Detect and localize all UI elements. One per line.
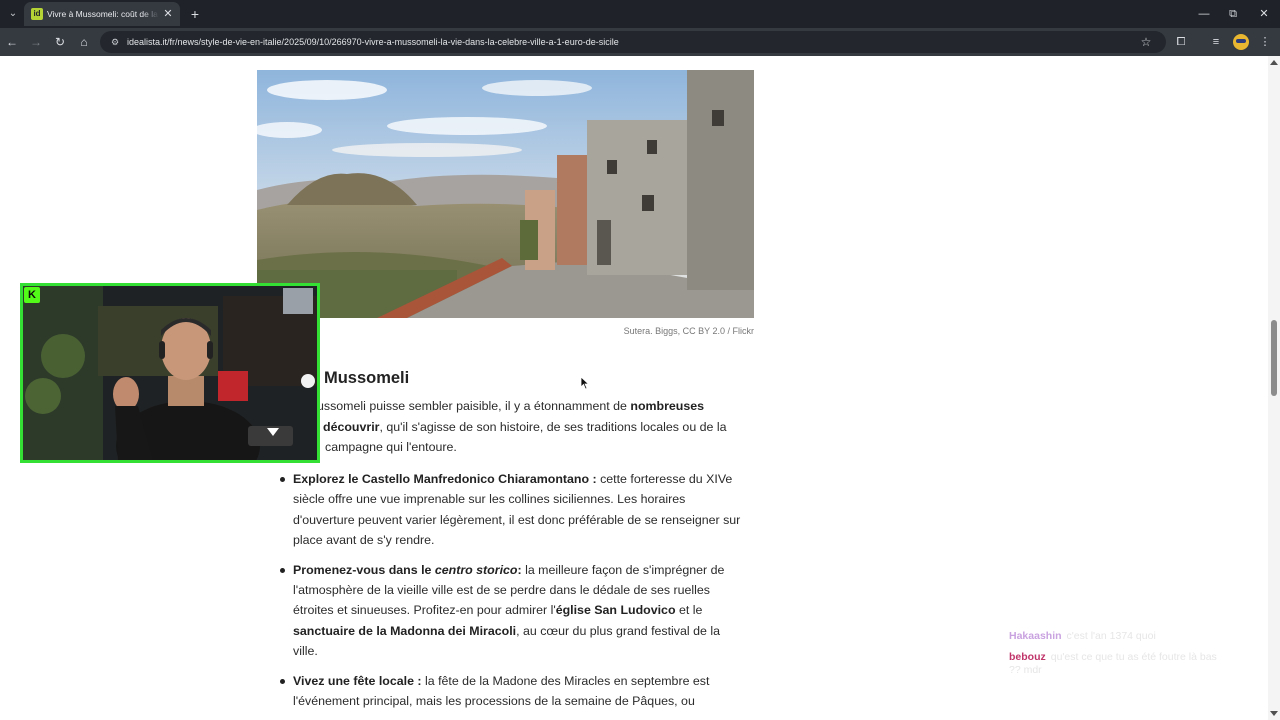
- new-tab-icon[interactable]: +: [186, 5, 204, 23]
- intro-bold: découvrir: [323, 419, 380, 434]
- list-item-italic: centro storico: [434, 562, 518, 577]
- back-icon[interactable]: ←: [3, 33, 21, 51]
- site-info-icon[interactable]: ⚙: [108, 35, 122, 49]
- image-caption: Sutera. Biggs, CC BY 2.0 / Flickr: [623, 326, 754, 336]
- list-item: Vivez une fête locale : la fête de la Ma…: [279, 671, 744, 712]
- address-bar[interactable]: ⚙ idealista.it/fr/news/style-de-vie-en-i…: [100, 31, 1166, 53]
- kick-logo-icon: K: [24, 287, 40, 303]
- chat-message: Hakaashin c'est l'an 1374 quoi: [1009, 630, 1229, 643]
- intro-text: , qu'il s'agisse de son histoire, de ses…: [379, 419, 727, 434]
- chat-username: bebouz: [1009, 651, 1046, 663]
- stream-chat-overlay: Hakaashin c'est l'an 1374 quoi bebouz qu'e…: [1009, 630, 1229, 685]
- url-text[interactable]: idealista.it/fr/news/style-de-vie-en-ita…: [127, 35, 619, 49]
- webcam-video: [23, 286, 317, 460]
- restore-icon[interactable]: ⧉: [1222, 4, 1244, 24]
- list-item-lead: Promenez-vous dans le: [293, 562, 435, 577]
- reload-icon[interactable]: ↻: [51, 33, 69, 51]
- list-item-text: et le: [675, 603, 703, 618]
- window-close-icon[interactable]: ✕: [1253, 4, 1275, 24]
- forward-icon[interactable]: →: [27, 33, 45, 51]
- intro-bold: nombreuses: [630, 399, 705, 413]
- browser-toolbar: ← → ↻ ⌂ ⚙ idealista.it/fr/news/style-de-…: [0, 28, 1280, 56]
- chat-username: Hakaashin: [1009, 630, 1062, 642]
- chat-message: bebouz qu'est ce que tu as été foutre là …: [1009, 651, 1229, 677]
- extensions-icon[interactable]: ⧠: [1172, 33, 1190, 51]
- page-scrollbar[interactable]: [1268, 56, 1280, 720]
- tab-bar: ⌄ id Vivre à Mussomeli: coût de la vie ✕…: [0, 0, 1280, 28]
- scroll-thumb[interactable]: [1271, 320, 1277, 396]
- mouse-cursor-icon: [580, 376, 590, 390]
- scroll-up-icon[interactable]: [1270, 60, 1278, 65]
- media-controls-icon[interactable]: ≡: [1207, 33, 1225, 51]
- list-item: Promenez-vous dans le centro storico: la…: [279, 560, 744, 661]
- site-favicon-icon: id: [31, 8, 43, 20]
- list-item-bold: sanctuaire de la Madonna dei Miracoli: [293, 623, 517, 638]
- browser-tab[interactable]: id Vivre à Mussomeli: coût de la vie ✕: [24, 2, 180, 26]
- scroll-down-icon[interactable]: [1270, 711, 1278, 716]
- intro-text: ussomeli puisse sembler paisible, il y a…: [317, 399, 631, 413]
- bookmark-star-icon[interactable]: ☆: [1138, 34, 1154, 50]
- chat-text: c'est l'an 1374 quoi: [1066, 630, 1156, 642]
- list-item: Explorez le Castello Manfredonico Chiara…: [279, 469, 744, 550]
- list-item-bold: église San Ludovico: [555, 603, 676, 618]
- streamer-webcam: K: [20, 283, 320, 463]
- list-item-lead: Vivez une fête locale :: [293, 673, 422, 688]
- home-icon[interactable]: ⌂: [75, 33, 93, 51]
- tab-title: Vivre à Mussomeli: coût de la vie: [47, 9, 159, 19]
- list-item-lead: Explorez le Castello Manfredonico Chiara…: [293, 472, 597, 486]
- section-heading: a faire à Mussomeli: [257, 369, 410, 387]
- menu-kebab-icon[interactable]: ⋮: [1256, 33, 1274, 51]
- tab-search-icon[interactable]: ⌄: [4, 5, 22, 23]
- tab-close-icon[interactable]: ✕: [161, 7, 175, 21]
- activities-list: Explorez le Castello Manfredonico Chiara…: [279, 469, 744, 720]
- minimize-icon[interactable]: —: [1193, 4, 1215, 24]
- profile-avatar-icon[interactable]: [1233, 34, 1249, 50]
- intro-paragraph: ussomeli puisse sembler paisible, il y a…: [257, 396, 742, 458]
- intro-text: campagne qui l'entoure.: [325, 440, 457, 454]
- article-hero-image: [257, 70, 754, 318]
